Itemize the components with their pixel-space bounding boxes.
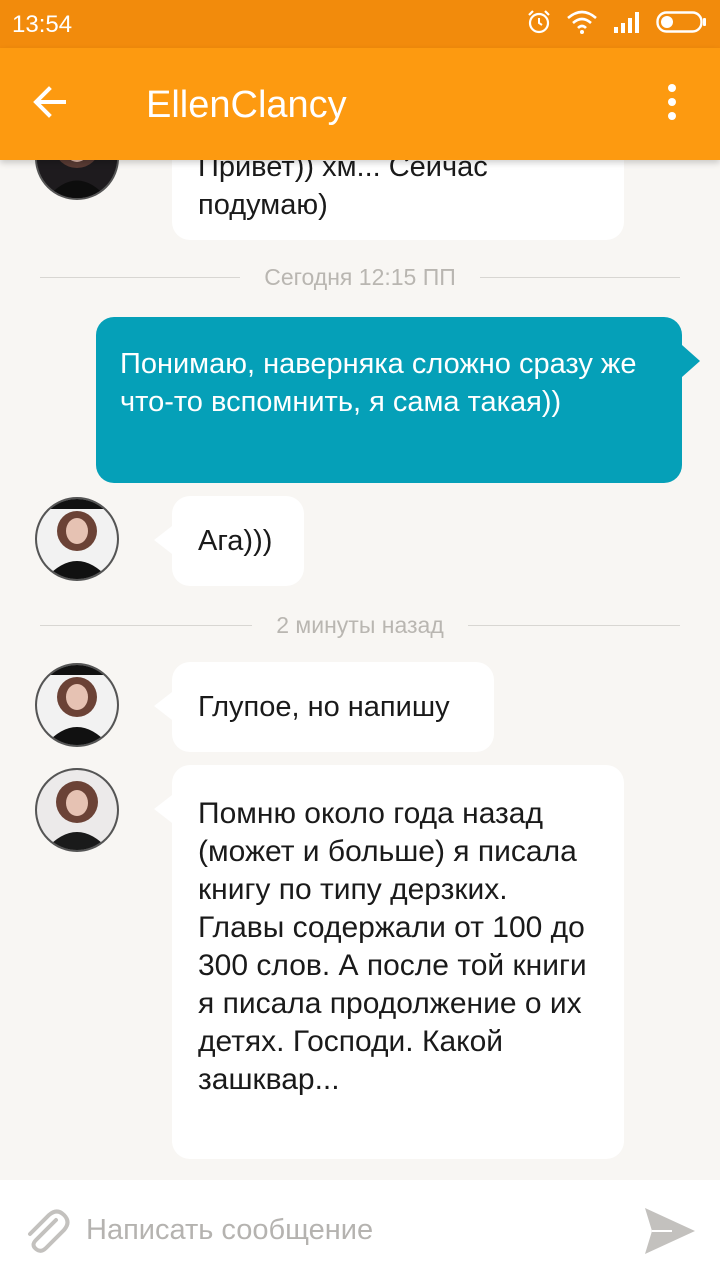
status-time: 13:54 <box>12 11 73 38</box>
date-divider-label: 2 минуты назад <box>276 611 444 638</box>
avatar[interactable] <box>35 663 119 747</box>
message-bubble-incoming[interactable]: Ага))) <box>154 496 304 586</box>
signal-icon <box>612 10 642 39</box>
message-bubble-outgoing[interactable]: Понимаю, наверняка сложно сразу же что-т… <box>96 317 700 483</box>
message-text: Помню около года назад (может и больше) … <box>198 797 587 1096</box>
chat-title: EllenClancy <box>146 84 347 126</box>
avatar[interactable] <box>35 768 119 852</box>
more-vert-icon <box>667 82 677 127</box>
message-bubble-incoming[interactable]: Привет)) хм... Сейчас подумаю) <box>172 160 624 240</box>
avatar[interactable] <box>35 497 119 581</box>
date-divider: Сегодня 12:15 ПП <box>40 262 681 292</box>
message-composer <box>0 1180 720 1280</box>
paperclip-icon <box>18 1209 72 1262</box>
message-text: Привет)) хм... Сейчас подумаю) <box>198 160 488 221</box>
status-icons <box>526 8 708 40</box>
message-text: Ага))) <box>198 525 273 557</box>
overflow-menu-button[interactable] <box>648 78 696 130</box>
date-divider: 2 минуты назад <box>40 610 680 640</box>
message-text: Глупое, но напишу <box>198 691 450 723</box>
attach-button[interactable] <box>18 1204 72 1258</box>
alarm-icon <box>526 9 552 40</box>
avatar[interactable] <box>35 160 119 200</box>
app-bar: EllenClancy <box>0 48 720 160</box>
date-divider-label: Сегодня 12:15 ПП <box>264 263 456 290</box>
back-button[interactable] <box>22 76 78 132</box>
message-text: Понимаю, наверняка сложно сразу же что-т… <box>120 348 637 418</box>
battery-icon <box>656 9 708 40</box>
message-bubble-incoming[interactable]: Помню около года назад (может и больше) … <box>154 765 624 1159</box>
wifi-icon <box>566 9 598 40</box>
message-bubble-incoming[interactable]: Глупое, но напишу <box>154 662 494 752</box>
arrow-left-icon <box>30 82 70 127</box>
message-input[interactable] <box>86 1204 616 1256</box>
message-list[interactable]: Привет)) хм... Сейчас подумаю) Сегодня 1… <box>0 160 720 1180</box>
status-bar: 13:54 <box>0 0 720 48</box>
send-icon <box>642 1208 698 1262</box>
send-button[interactable] <box>642 1204 698 1258</box>
